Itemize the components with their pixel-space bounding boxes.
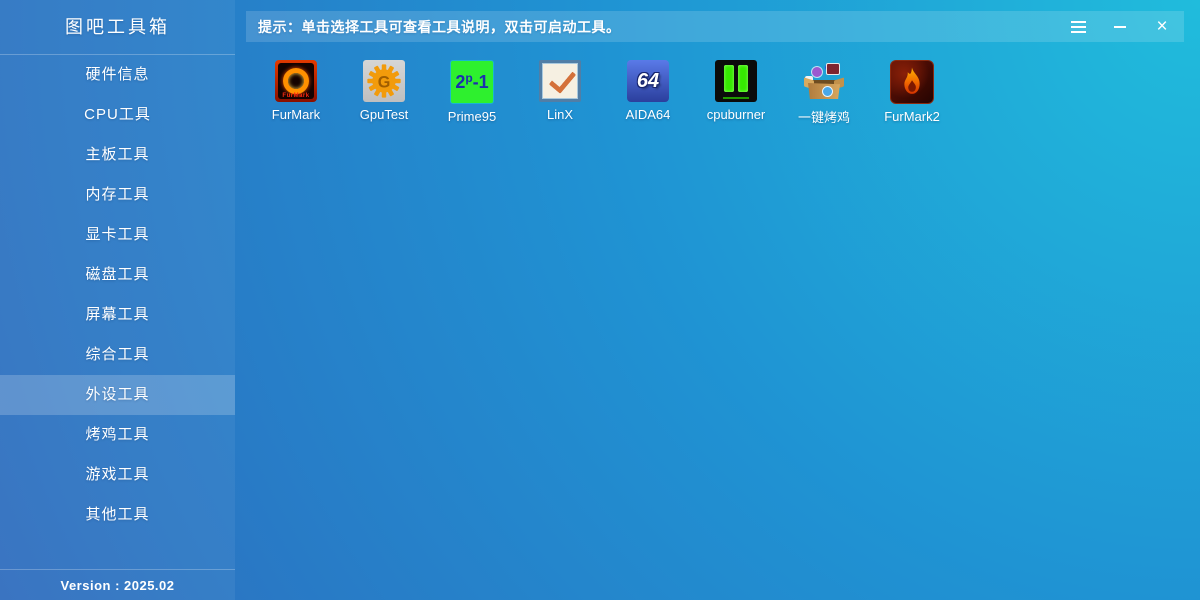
tool-linx[interactable]: LinX [516,60,604,126]
sidebar-item-disk-tools[interactable]: 磁盘工具 [0,255,235,295]
sidebar-item-game-tools[interactable]: 游戏工具 [0,455,235,495]
tool-label: LinX [547,107,573,122]
prime95-icon: 2p-1 [450,60,494,104]
window-controls: × [1068,11,1172,42]
sidebar-footer: Version : 2025.02 [0,569,235,600]
tool-gputest[interactable]: G GpuTest [340,60,428,126]
box-item-blue-circle [822,86,833,97]
furmark-icon-text: FurMark [275,93,317,99]
tool-furmark[interactable]: FurMark FurMark [252,60,340,126]
gputest-icon-text: G [378,73,391,91]
checkmark-icon [549,65,577,94]
tool-aida64[interactable]: 64 AIDA64 [604,60,692,126]
aida64-icon-text: 64 [637,70,659,93]
tool-furmark2[interactable]: FurMark2 [868,60,956,126]
hint-text: 提示：单击选择工具可查看工具说明，双击可启动工具。 [246,17,621,37]
sidebar-item-motherboard-tools[interactable]: 主板工具 [0,135,235,175]
box-item-picture [826,63,840,75]
tool-label: GpuTest [360,107,408,122]
menu-icon [1071,26,1086,28]
furmark2-icon [890,60,934,104]
tool-label: FurMark [272,107,320,122]
sidebar-item-memory-tools[interactable]: 内存工具 [0,175,235,215]
sidebar-item-hardware-info[interactable]: 硬件信息 [0,55,235,95]
tools-grid: FurMark FurMark [252,60,956,126]
linx-icon [539,60,581,102]
sidebar-item-peripheral-tools[interactable]: 外设工具 [0,375,235,415]
tool-cpuburner[interactable]: cpuburner [692,60,780,126]
minimize-button[interactable] [1110,17,1130,37]
sidebar-item-stress-test-tools[interactable]: 烤鸡工具 [0,415,235,455]
app-window: 图吧工具箱 硬件信息 CPU工具 主板工具 内存工具 显卡工具 磁盘工具 屏幕工… [0,0,1200,600]
sidebar-item-other-tools[interactable]: 其他工具 [0,495,235,535]
box-item-purple [812,67,822,77]
flame-icon [895,65,929,99]
sidebar-item-general-tools[interactable]: 综合工具 [0,335,235,375]
furmark-icon: FurMark [275,60,317,102]
titlebar[interactable]: 提示：单击选择工具可查看工具说明，双击可启动工具。 × [246,11,1184,42]
gputest-icon: G [363,60,405,102]
sidebar: 图吧工具箱 硬件信息 CPU工具 主板工具 内存工具 显卡工具 磁盘工具 屏幕工… [0,0,235,600]
tool-yijiankaoji[interactable]: 一键烤鸡 [780,60,868,126]
tool-label: AIDA64 [626,107,671,122]
sidebar-item-screen-tools[interactable]: 屏幕工具 [0,295,235,335]
flame-ring-icon [283,68,309,94]
version-label: Version : 2025.02 [60,578,174,593]
close-button[interactable]: × [1152,17,1172,37]
tool-label: cpuburner [707,107,766,122]
minimize-icon [1114,26,1126,28]
tool-label: Prime95 [448,109,496,124]
load-bar-icon [738,65,748,92]
gear-icon: G [366,63,402,99]
menu-button[interactable] [1068,17,1088,37]
package-box-icon [803,60,845,102]
cpuburner-icon [715,60,757,102]
tool-label: FurMark2 [884,109,940,124]
load-bar-icon [724,65,734,92]
tool-label: 一键烤鸡 [798,107,850,126]
aida64-icon: 64 [627,60,669,102]
close-icon: × [1156,17,1167,36]
sidebar-item-gpu-tools[interactable]: 显卡工具 [0,215,235,255]
tool-prime95[interactable]: 2p-1 Prime95 [428,60,516,126]
app-title: 图吧工具箱 [0,0,235,55]
sidebar-item-cpu-tools[interactable]: CPU工具 [0,95,235,135]
load-base-line [723,97,749,99]
prime95-icon-text: 2p-1 [455,73,488,91]
